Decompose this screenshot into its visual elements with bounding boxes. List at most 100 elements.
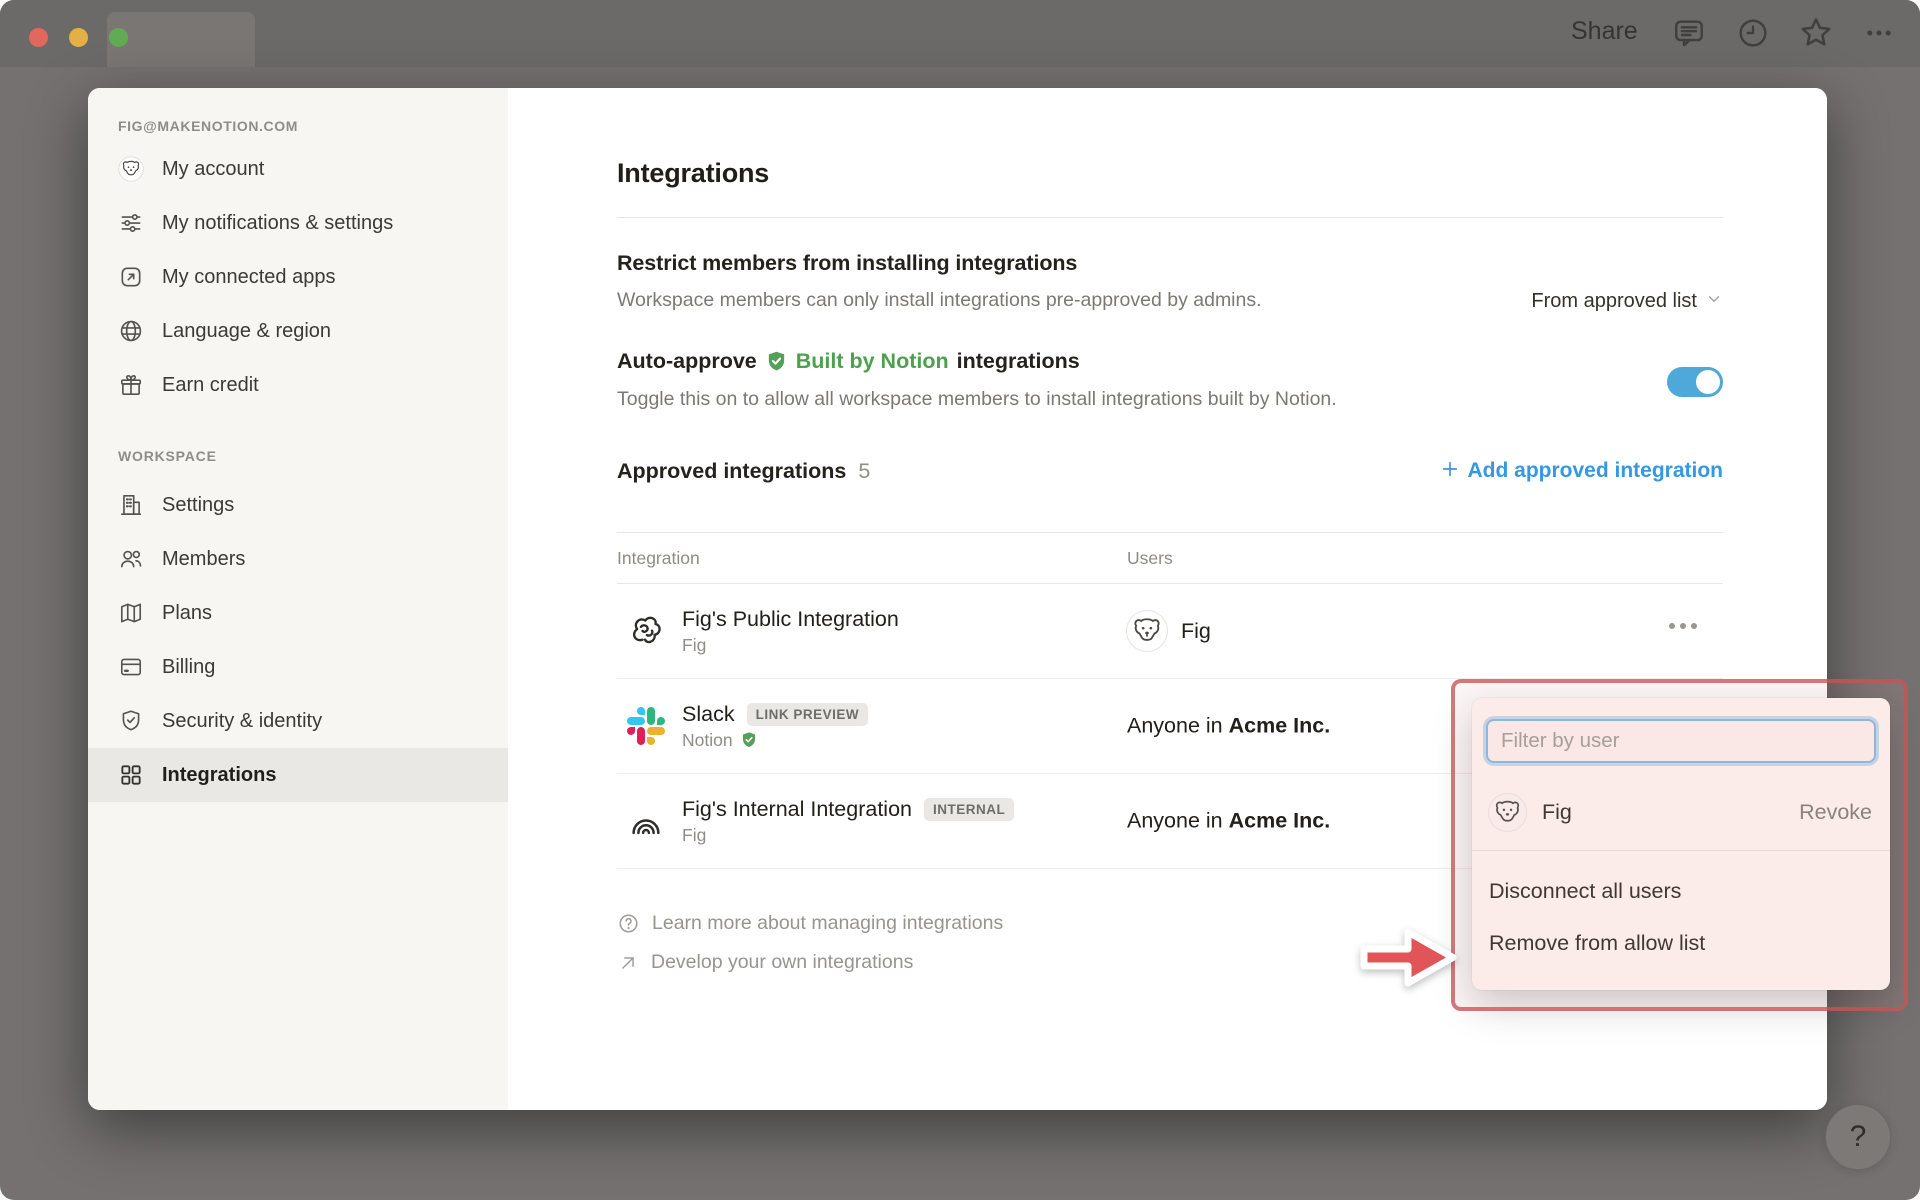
zoom-window-button[interactable] — [109, 28, 128, 47]
app-window: Share FIG@MAKENOTION.COM My account My n… — [0, 0, 1920, 1200]
toggle-knob — [1696, 370, 1720, 394]
sidebar-item-earn-credit[interactable]: Earn credit — [88, 358, 508, 412]
remove-from-allow-list-menu-item[interactable]: Remove from allow list — [1472, 917, 1890, 969]
integration-users-org: Acme Inc. — [1228, 713, 1331, 738]
sidebar-item-connected-apps[interactable]: My connected apps — [88, 250, 508, 304]
favorite-star-icon[interactable] — [1797, 14, 1835, 52]
sidebar-item-label: Security & identity — [162, 709, 323, 732]
sidebar-item-label: Plans — [162, 601, 213, 624]
sidebar-item-notifications-settings[interactable]: My notifications & settings — [88, 196, 508, 250]
annotation-arrow-icon — [1360, 922, 1460, 997]
arrow-up-right-icon — [617, 952, 639, 974]
sidebar-item-label: Language & region — [162, 319, 332, 342]
credit-card-icon — [118, 654, 144, 680]
built-by-notion-shield-icon — [765, 350, 788, 373]
restrict-section: Restrict members from installing integra… — [617, 248, 1723, 315]
integration-users-prefix: Anyone in — [1127, 713, 1223, 738]
integration-name: Slack — [682, 701, 735, 726]
window-tab[interactable] — [107, 12, 255, 67]
more-options-icon[interactable] — [1860, 14, 1898, 52]
chevron-down-icon — [1705, 290, 1723, 313]
building-icon — [118, 492, 144, 518]
sidebar-item-members[interactable]: Members — [88, 532, 508, 586]
sidebar-item-label: My notifications & settings — [162, 211, 394, 234]
restrict-description: Workspace members can only install integ… — [617, 289, 1262, 311]
help-circle-icon — [617, 912, 640, 935]
slack-logo-icon — [627, 707, 665, 745]
integration-users-prefix: Anyone in — [1127, 808, 1223, 833]
share-button[interactable]: Share — [1571, 17, 1638, 46]
integration-name: Fig's Internal Integration — [682, 796, 912, 821]
verified-shield-icon — [740, 731, 758, 749]
add-approved-integration-button[interactable]: Add approved integration — [1440, 459, 1723, 484]
sidebar-item-my-account[interactable]: My account — [88, 142, 508, 196]
sidebar-item-settings[interactable]: Settings — [88, 478, 508, 532]
grid-icon — [118, 762, 144, 788]
connected-user-name: Fig — [1542, 800, 1572, 824]
integration-owner: Fig — [682, 824, 707, 845]
column-header-integration: Integration — [617, 547, 700, 568]
comments-icon[interactable] — [1670, 14, 1708, 52]
approved-integrations-heading: Approved integrations — [617, 458, 847, 483]
updates-clock-icon[interactable] — [1734, 14, 1772, 52]
sidebar-item-label: My connected apps — [162, 265, 336, 288]
table-row: Fig's Public Integration Fig Fig — [617, 584, 1723, 679]
arrow-out-box-icon — [118, 264, 144, 290]
table-header: Integration Users — [617, 532, 1723, 584]
auto-approve-prefix: Auto-approve — [617, 349, 757, 373]
link-preview-badge: LINK PREVIEW — [746, 702, 869, 726]
sidebar-item-billing[interactable]: Billing — [88, 640, 508, 694]
connected-user-row: Fig Revoke — [1472, 775, 1890, 851]
integration-owner: Notion — [682, 729, 733, 750]
disconnect-all-users-menu-item[interactable]: Disconnect all users — [1472, 865, 1890, 917]
divider — [617, 217, 1723, 218]
revoke-button[interactable]: Revoke — [1799, 800, 1872, 825]
shield-check-icon — [118, 708, 144, 734]
sidebar-item-label: Earn credit — [162, 373, 259, 396]
filter-by-user-input[interactable] — [1486, 719, 1876, 763]
help-button[interactable]: ? — [1825, 1104, 1891, 1170]
fig-user-avatar — [1127, 611, 1167, 651]
restrict-heading: Restrict members from installing integra… — [617, 251, 1078, 275]
fig-public-integration-icon — [627, 612, 665, 650]
settings-sidebar: FIG@MAKENOTION.COM My account My notific… — [88, 88, 508, 1110]
gift-icon — [118, 372, 144, 398]
auto-approve-suffix: integrations — [956, 349, 1080, 373]
sliders-icon — [118, 210, 144, 236]
auto-approve-description: Toggle this on to allow all workspace me… — [617, 388, 1337, 410]
fig-user-avatar — [1489, 794, 1526, 831]
plus-icon — [1440, 459, 1460, 484]
dropdown-value: From approved list — [1531, 289, 1697, 312]
sidebar-item-security-identity[interactable]: Security & identity — [88, 694, 508, 748]
auto-approve-toggle[interactable] — [1667, 367, 1723, 397]
integration-options-popup: Fig Revoke Disconnect all users Remove f… — [1472, 698, 1890, 990]
fig-internal-integration-icon — [627, 802, 665, 840]
account-email-heading: FIG@MAKENOTION.COM — [118, 118, 298, 134]
column-header-users: Users — [1127, 547, 1173, 568]
approved-integrations-header: Approved integrations 5 Add approved int… — [617, 456, 1723, 486]
sidebar-item-language-region[interactable]: Language & region — [88, 304, 508, 358]
workspace-section-heading: WORKSPACE — [118, 448, 217, 464]
globe-icon — [118, 318, 144, 344]
minimize-window-button[interactable] — [69, 28, 88, 47]
row-more-options-icon[interactable] — [1669, 623, 1697, 630]
sidebar-item-plans[interactable]: Plans — [88, 586, 508, 640]
sidebar-item-label: Settings — [162, 493, 235, 516]
develop-integrations-label: Develop your own integrations — [651, 951, 914, 973]
people-icon — [118, 546, 144, 572]
close-window-button[interactable] — [29, 28, 48, 47]
internal-badge: INTERNAL — [923, 797, 1015, 821]
sidebar-item-label: Billing — [162, 655, 216, 678]
integration-users: Fig — [1181, 618, 1211, 643]
help-button-label: ? — [1849, 1120, 1867, 1153]
user-avatar-icon — [118, 156, 144, 182]
sidebar-item-label: Integrations — [162, 763, 277, 786]
learn-more-label: Learn more about managing integrations — [652, 912, 1004, 934]
sidebar-item-label: My account — [162, 157, 265, 180]
sidebar-item-label: Members — [162, 547, 246, 570]
restrict-policy-dropdown[interactable]: From approved list — [1531, 284, 1723, 318]
integration-name: Fig's Public Integration — [682, 606, 899, 631]
built-by-notion-label: Built by Notion — [795, 349, 949, 373]
integration-users-org: Acme Inc. — [1228, 808, 1331, 833]
sidebar-item-integrations[interactable]: Integrations — [88, 748, 508, 802]
